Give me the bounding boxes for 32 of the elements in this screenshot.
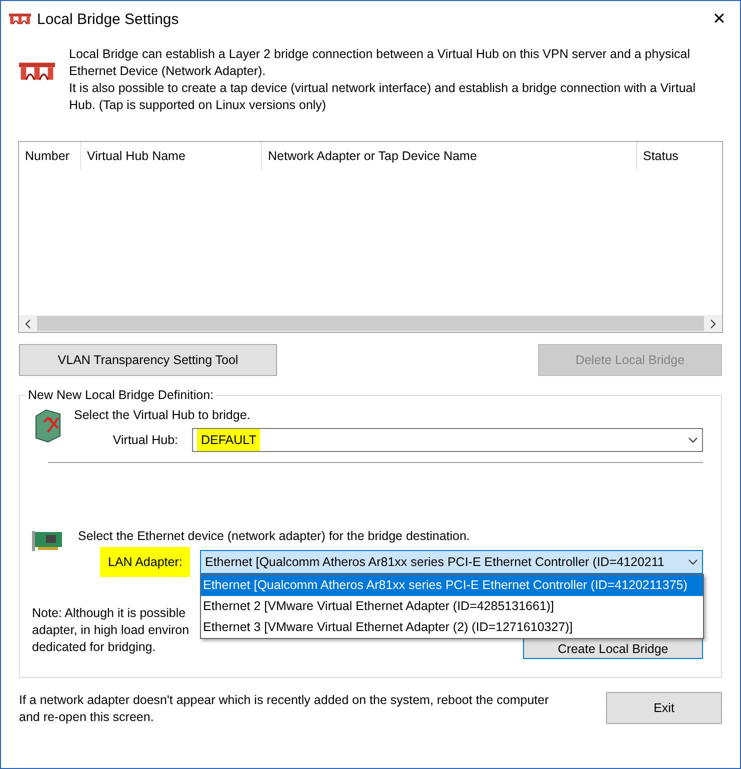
chevron-down-icon: [688, 557, 698, 567]
adapter-prompt: Select the Ethernet device (network adapter) for the bridge destination.: [78, 529, 470, 543]
bridge-icon: [19, 60, 55, 82]
column-header[interactable]: Status: [637, 142, 722, 170]
group-title: New New Local Bridge Definition:: [27, 388, 215, 402]
exit-button[interactable]: Exit: [606, 692, 722, 724]
window-title: Local Bridge Settings: [37, 10, 180, 28]
hub-label: Virtual Hub:: [112, 432, 179, 449]
close-button[interactable]: ✕: [704, 4, 734, 34]
column-header[interactable]: Network Adapter or Tap Device Name: [262, 142, 637, 170]
hub-prompt: Select the Virtual Hub to bridge.: [74, 408, 250, 422]
intro-text: It is also possible to create a tap device (virtual network interface) and establish a bridge connection with a Virtual Hub. (Tap is supported on Linux versions only): [69, 80, 696, 114]
network-card-icon: [32, 529, 64, 553]
horizontal-scrollbar[interactable]: [19, 315, 722, 332]
adapter-option[interactable]: Ethernet 3 [VMware Virtual Ethernet Adapter (2) (ID=1271610327)]: [201, 617, 703, 638]
note-text: adapter, in high load environ: [32, 622, 190, 639]
note-text: dedicated for bridging.: [32, 639, 157, 656]
intro-text: Local Bridge can establish a Layer 2 bridge connection between a Virtual Hub on this VPN server and a physical Ethernet Device (Network Adapter).: [69, 46, 691, 80]
column-header[interactable]: Number: [19, 142, 81, 170]
column-header[interactable]: Virtual Hub Name: [81, 142, 262, 170]
chevron-right-icon: [708, 318, 718, 328]
hub-dropdown[interactable]: DEFAULT: [192, 428, 703, 452]
note-text: Note: Although it is possible: [32, 605, 187, 622]
adapter-option[interactable]: Ethernet [Qualcomm Atheros Ar81xx series PCI-E Ethernet Controller (ID=4120211375): [201, 575, 703, 596]
footer-text: If a network adapter doesn't appear which is recently added on the system, reboot the computer and re-open this screen.: [19, 692, 550, 726]
chevron-down-icon: [688, 435, 698, 445]
chevron-left-icon: [23, 318, 33, 328]
bridge-icon: [9, 12, 31, 26]
vlan-tool-button[interactable]: VLAN Transparency Setting Tool: [19, 344, 277, 376]
adapter-dropdown[interactable]: Ethernet [Qualcomm Atheros Ar81xx series PCI-E Ethernet Controller (ID=4120211: [200, 550, 703, 574]
adapter-option[interactable]: Ethernet 2 [VMware Virtual Ethernet Adapter (ID=4285131661)]: [201, 596, 703, 617]
adapter-label: LAN Adapter:: [100, 547, 190, 577]
